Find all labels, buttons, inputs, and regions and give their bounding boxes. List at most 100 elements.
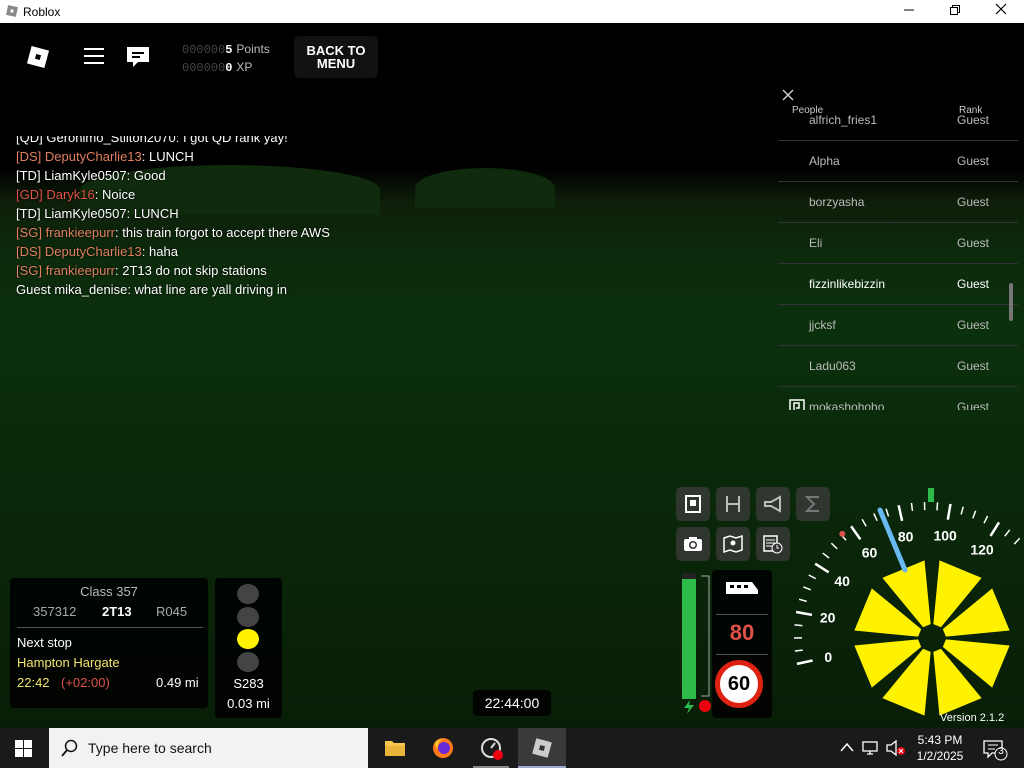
people-row[interactable]: mokashohoho Guest [778,387,1018,410]
gauge-tick [798,598,808,603]
chat-sender[interactable]: [TD] LiamKyle0507 [16,206,127,221]
back-to-menu-button[interactable]: BACK TO MENU [294,36,378,78]
chat-message: [SG] frankieepurr: this train forgot to … [16,223,330,242]
gauge-tick [1013,537,1021,545]
xp-label: XP [236,60,253,74]
target-speed-marker [928,488,934,502]
chat-sender-tag: [QD] [16,136,43,145]
roblox-menu-icon[interactable] [26,45,50,69]
power-bar[interactable] [682,573,696,699]
maximize-button[interactable] [932,0,978,23]
gauge-tick [830,542,838,550]
chat-text: I got QD rank yay! [182,136,288,145]
speedometer-gauge: 0 20 40 60 80 100 120 [794,488,1021,716]
chat-sender[interactable]: [QD] Geronimo_Stilton2070 [16,136,176,145]
chat-sender[interactable]: [SG] frankieepurr [16,263,115,278]
chat-message: [QD] Geronimo_Stilton2070: I got QD rank… [16,136,330,147]
people-scrollbar[interactable] [1009,283,1013,321]
speed-limit-sign: 60 [715,660,763,708]
chat-text: Good [133,168,166,183]
game-clock: 22:44:00 [473,690,551,716]
window-title: Roblox [23,5,61,19]
roblox-icon [532,738,552,758]
chat-sender-name: Geronimo_Stilton2070 [46,136,176,145]
chat-sender-name: LiamKyle0507 [44,206,127,221]
gauge-tick-label: 100 [933,527,957,543]
gauge-tick [989,521,1001,537]
map-button[interactable] [716,527,750,561]
chat-sender[interactable]: [GD] Daryk16 [16,187,95,202]
search-icon [61,739,78,757]
taskbar-search-box[interactable]: Type here to search [49,728,368,768]
chat-message: [TD] LiamKyle0507: Good [16,166,330,185]
chat-colon: : [127,282,135,297]
chat-colon: : [175,136,183,145]
chat-message: [TD] LiamKyle0507: LUNCH [16,204,330,223]
coupling-icon [726,496,740,512]
chevron-up-icon[interactable] [840,742,854,752]
file-explorer-taskbar-button[interactable] [371,728,419,768]
chat-sender[interactable]: Guest mika_denise [16,282,127,297]
player-rank: Guest [957,400,990,410]
unit-number: 357312 [33,604,77,619]
gauge-tick [794,649,803,652]
chat-sender-name: LiamKyle0507 [44,168,127,183]
roblox-taskbar-button[interactable] [518,728,566,768]
premium-badge-icon [789,399,805,410]
door-icon [685,495,701,513]
gauge-tick-label: 20 [820,610,836,626]
chat-sender[interactable]: [TD] LiamKyle0507 [16,168,127,183]
player-name: borzyasha [809,195,865,209]
chat-text: this train forgot to accept there AWS [122,225,330,240]
points-value: 5 [225,43,233,57]
player-name: alfrich_fries1 [809,113,878,127]
minimize-icon [904,9,914,11]
people-row[interactable]: Ladu063 Guest [778,346,1018,387]
system-clock[interactable]: 5:43 PM 1/2/2025 [910,732,970,764]
people-list[interactable]: alfrich_fries1 Guest Alpha Guest borzyasha Gu… [778,100,1018,410]
gauge-tick [808,574,817,580]
gauge-tick [1004,529,1011,537]
back-to-menu-label: BACK TO MENU [306,43,366,71]
gauge-tick-label: 80 [898,528,914,544]
version-label: Version 2.1.2 [940,712,1005,724]
doors-button[interactable] [676,487,710,521]
chat-message: [SG] frankieepurr: 2T13 do not skip stat… [16,261,330,280]
minimize-button[interactable] [886,0,932,23]
coupling-button[interactable] [716,487,750,521]
volume-muted-icon[interactable] [886,740,906,756]
people-row[interactable]: jjcksf Guest [778,305,1018,346]
chat-toggle-icon[interactable] [125,45,151,69]
network-icon[interactable] [862,740,880,756]
gauge-tick-label: 0 [824,649,832,665]
chat-sender-name: DeputyCharlie13 [44,149,142,164]
people-row[interactable]: alfrich_fries1 Guest [778,100,1018,141]
people-row[interactable]: fizzinlikebizzin Guest [778,264,1018,305]
power-lightning-icon [684,700,694,714]
people-row[interactable]: Alpha Guest [778,141,1018,182]
divider [716,614,768,615]
camera-button[interactable] [676,527,710,561]
chat-sender[interactable]: [DS] DeputyCharlie13 [16,244,142,259]
player-name: jjcksf [809,318,836,332]
firefox-taskbar-button[interactable] [419,728,467,768]
roblox-app-icon [6,5,18,17]
hamburger-menu-icon[interactable] [84,47,104,65]
gauge-tick [873,513,878,522]
gauge-tick [795,610,813,617]
player-name: mokashohoho [809,400,885,410]
player-rank: Guest [957,277,990,291]
player-rank: Guest [957,359,990,373]
points-row: 0000005 Points [182,40,270,58]
chat-sender-tag: [SG] [16,263,43,278]
recorder-taskbar-button[interactable] [467,728,515,768]
chat-sender-tag: Guest [16,282,51,297]
chat-sender[interactable]: [DS] DeputyCharlie13 [16,149,142,164]
train-icon [726,582,758,594]
player-rank: Guest [957,195,990,209]
people-row[interactable]: borzyasha Guest [778,182,1018,223]
close-window-button[interactable] [978,0,1024,23]
windows-start-icon[interactable] [15,740,32,757]
chat-sender[interactable]: [SG] frankieepurr [16,225,115,240]
people-row[interactable]: Eli Guest [778,223,1018,264]
